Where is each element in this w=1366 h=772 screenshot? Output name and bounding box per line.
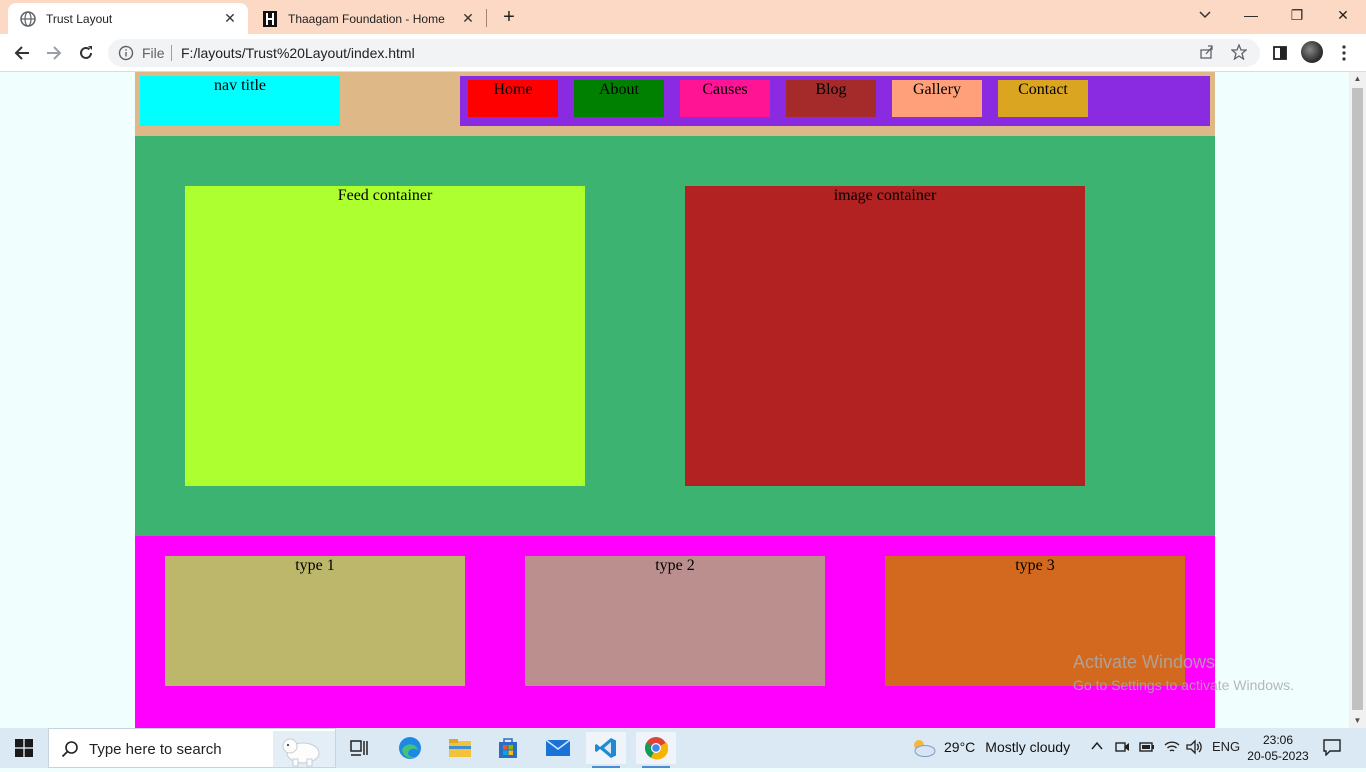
- bookmark-star-icon[interactable]: [1230, 43, 1248, 62]
- type-card-2: type 2: [525, 556, 825, 686]
- notification-center-icon[interactable]: [1322, 738, 1344, 758]
- taskbar-search-box[interactable]: Type here to search: [48, 728, 336, 768]
- nav-item-blog[interactable]: Blog: [786, 80, 876, 117]
- side-panel-icon[interactable]: [1267, 40, 1293, 66]
- address-bar[interactable]: File F:/layouts/Trust%20Layout/index.htm…: [108, 39, 1260, 67]
- nav-item-causes[interactable]: Causes: [680, 80, 770, 117]
- weather-widget[interactable]: 29°C Mostly cloudy: [910, 737, 1070, 757]
- nav-item-gallery[interactable]: Gallery: [892, 80, 982, 117]
- type-card-1: type 1: [165, 556, 465, 686]
- weather-temperature: 29°C: [944, 739, 976, 755]
- nav-item-about[interactable]: About: [574, 80, 664, 117]
- vscode-icon[interactable]: [586, 732, 626, 768]
- scroll-down-arrow-icon[interactable]: ▼: [1349, 714, 1366, 728]
- hero-section: Feed container image container: [135, 136, 1215, 536]
- profile-avatar[interactable]: [1301, 41, 1323, 63]
- show-hidden-icons-chevron-icon[interactable]: [1090, 739, 1104, 756]
- close-tab-icon[interactable]: ✕: [222, 10, 238, 27]
- polar-bear-highlight-icon: [273, 731, 335, 767]
- nav-item-contact[interactable]: Contact: [998, 80, 1088, 117]
- reload-icon[interactable]: [73, 40, 99, 66]
- windows-start-icon[interactable]: [0, 728, 48, 768]
- watermark-subtitle: Go to Settings to activate Windows.: [1073, 677, 1294, 693]
- forward-arrow-icon[interactable]: [41, 40, 67, 66]
- thaagam-logo-icon: [262, 10, 278, 27]
- nav-menu: Home About Causes Blog Gallery Contact: [460, 76, 1210, 126]
- tab-thaagam-foundation[interactable]: Thaagam Foundation - Home ✕: [250, 3, 486, 34]
- scheme-label: File: [142, 45, 165, 61]
- edge-browser-icon[interactable]: [390, 732, 430, 764]
- address-divider: [171, 45, 172, 61]
- weather-condition: Mostly cloudy: [985, 739, 1071, 755]
- system-clock[interactable]: 23:06 20-05-2023: [1246, 732, 1310, 764]
- watermark-title: Activate Windows: [1073, 652, 1216, 672]
- microsoft-store-icon[interactable]: [488, 732, 528, 764]
- scroll-up-arrow-icon[interactable]: ▲: [1349, 72, 1366, 86]
- more-menu-icon[interactable]: [1331, 40, 1357, 66]
- volume-icon[interactable]: [1186, 739, 1204, 758]
- new-tab-button[interactable]: +: [498, 6, 520, 28]
- url-text[interactable]: F:/layouts/Trust%20Layout/index.html: [181, 45, 415, 61]
- page-scrollbar[interactable]: ▲ ▼: [1349, 72, 1366, 728]
- globe-icon: [20, 10, 36, 27]
- partly-cloudy-icon: [910, 737, 936, 757]
- windows-taskbar: Type here to search 29°C Mostly cloudy E…: [0, 728, 1366, 768]
- mail-icon[interactable]: [538, 732, 578, 764]
- clock-time: 23:06: [1262, 733, 1294, 747]
- tab-trust-layout[interactable]: Trust Layout ✕: [8, 3, 248, 34]
- close-tab-icon[interactable]: ✕: [460, 10, 476, 27]
- chrome-icon[interactable]: [636, 732, 676, 768]
- back-arrow-icon[interactable]: [9, 40, 35, 66]
- restore-button[interactable]: ❐: [1274, 0, 1320, 30]
- meet-now-icon[interactable]: [1114, 739, 1130, 758]
- minimize-button[interactable]: —: [1228, 0, 1274, 30]
- tab-search-icon[interactable]: [1182, 0, 1228, 30]
- browser-tab-strip: Trust Layout ✕ Thaagam Foundation - Home…: [0, 0, 1366, 34]
- nav-item-home[interactable]: Home: [468, 80, 558, 117]
- types-section: type 1 type 2 type 3: [135, 536, 1215, 728]
- browser-toolbar: File F:/layouts/Trust%20Layout/index.htm…: [0, 34, 1366, 72]
- close-window-button[interactable]: ✕: [1320, 0, 1366, 30]
- search-placeholder: Type here to search: [89, 741, 222, 758]
- site-header: nav title Home About Causes Blog Gallery…: [135, 72, 1215, 136]
- activate-windows-watermark: Activate Windows Go to Settings to activ…: [1073, 652, 1294, 693]
- language-indicator[interactable]: ENG: [1212, 739, 1240, 754]
- battery-icon[interactable]: [1139, 739, 1155, 758]
- share-icon[interactable]: [1198, 44, 1216, 62]
- feed-container: Feed container: [185, 186, 585, 486]
- clock-date: 20-05-2023: [1247, 749, 1309, 763]
- image-container: image container: [685, 186, 1085, 486]
- page-viewport: nav title Home About Causes Blog Gallery…: [0, 72, 1349, 728]
- wifi-icon[interactable]: [1164, 739, 1180, 758]
- scrollbar-thumb[interactable]: [1352, 88, 1363, 710]
- tab-title: Trust Layout: [46, 11, 113, 26]
- tab-title: Thaagam Foundation - Home: [288, 11, 445, 26]
- tab-divider: [486, 9, 487, 27]
- task-view-icon[interactable]: [340, 732, 380, 764]
- file-explorer-icon[interactable]: [440, 732, 480, 764]
- info-icon[interactable]: [118, 45, 134, 61]
- search-icon: [61, 740, 79, 758]
- nav-title: nav title: [140, 76, 340, 126]
